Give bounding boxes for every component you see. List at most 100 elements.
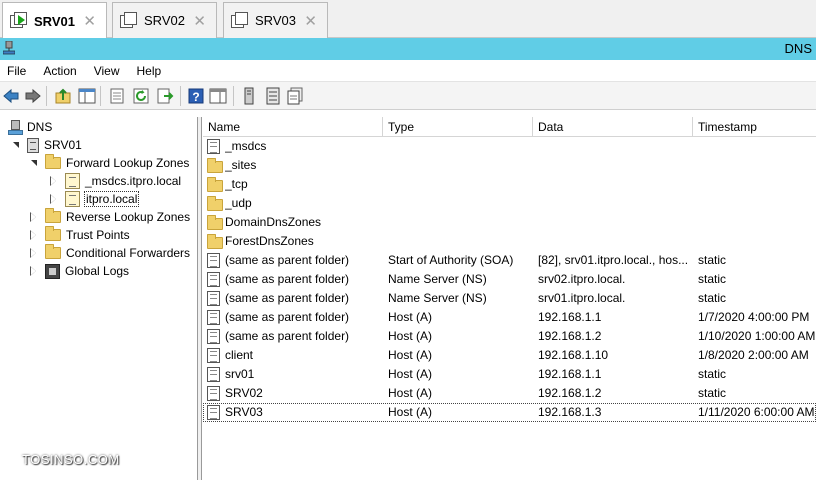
back-arrow-icon[interactable] — [2, 87, 20, 105]
table-row[interactable]: _udp — [203, 194, 816, 213]
cell-data: 192.168.1.2 — [538, 386, 602, 400]
cell-timestamp — [698, 156, 816, 175]
expand-arrow-icon[interactable] — [30, 159, 39, 168]
tree-node-conditional-forwarders[interactable]: Conditional Forwarders — [30, 244, 190, 262]
console-tree: DNS SRV01 Forward Lookup Zones _msdcs.it… — [0, 117, 198, 480]
cell-data — [538, 137, 690, 156]
expand-arrow-icon[interactable] — [12, 141, 21, 150]
tree-node-trust-points[interactable]: Trust Points — [30, 226, 130, 244]
menu-action[interactable]: Action — [43, 64, 76, 78]
table-row[interactable]: SRV02 Host (A) 192.168.1.2 static — [203, 384, 816, 403]
forward-arrow-icon[interactable] — [24, 87, 42, 105]
table-row[interactable]: (same as parent folder) Name Server (NS) s… — [203, 270, 816, 289]
export-list-icon[interactable] — [156, 87, 174, 105]
up-folder-icon[interactable] — [54, 87, 72, 105]
collapse-arrow-icon[interactable] — [30, 211, 39, 222]
collapse-arrow-icon[interactable] — [30, 265, 39, 276]
cell-name: (same as parent folder) — [225, 329, 350, 343]
tree-node-zone-itpro[interactable]: itpro.local — [50, 190, 140, 208]
collapse-arrow-icon[interactable] — [50, 193, 59, 204]
cell-timestamp — [698, 213, 816, 232]
tab-label: SRV03 — [255, 13, 296, 28]
folder-icon — [207, 158, 223, 173]
record-list-icon[interactable] — [264, 87, 282, 105]
refresh-icon[interactable] — [132, 87, 150, 105]
menu-help[interactable]: Help — [137, 64, 162, 78]
remote-desktop-icon — [10, 12, 28, 30]
menu-bar: File Action View Help — [0, 60, 816, 82]
table-row[interactable]: srv01 Host (A) 192.168.1.1 static — [203, 365, 816, 384]
cell-data: 192.168.1.1 — [538, 310, 602, 324]
column-header-name[interactable]: Name — [203, 117, 383, 137]
table-row[interactable]: (same as parent folder) Host (A) 192.168.1… — [203, 327, 816, 346]
collapse-arrow-icon[interactable] — [30, 247, 39, 258]
tab-srv03[interactable]: SRV03 ✕ — [223, 2, 328, 38]
folder-icon — [207, 215, 223, 230]
collapse-arrow-icon[interactable] — [30, 229, 39, 240]
show-action-pane-icon[interactable] — [209, 87, 227, 105]
record-icon — [207, 405, 220, 420]
cell-name: _sites — [225, 158, 257, 172]
tree-node-server[interactable]: SRV01 — [12, 136, 82, 154]
cell-data — [538, 213, 690, 232]
cell-timestamp — [698, 194, 816, 213]
cell-data — [538, 175, 690, 194]
menu-file[interactable]: File — [7, 64, 26, 78]
table-row[interactable]: _msdcs — [203, 137, 816, 156]
cell-type: Host (A) — [388, 405, 433, 419]
table-row[interactable]: _sites — [203, 156, 816, 175]
table-row[interactable]: SRV03 Host (A) 192.168.1.3 1/11/2020 6:00:0… — [203, 403, 816, 422]
record-icon — [207, 329, 220, 344]
tree-node-reverse-lookup-zones[interactable]: Reverse Lookup Zones — [30, 208, 190, 226]
tab-label: SRV01 — [34, 13, 75, 29]
tree-node-forward-lookup-zones[interactable]: Forward Lookup Zones — [30, 154, 189, 172]
server-icon — [27, 137, 39, 153]
cell-timestamp: static — [698, 367, 727, 381]
zone-icon — [65, 191, 80, 207]
window-title: DNS — [784, 41, 812, 56]
collapse-arrow-icon[interactable] — [50, 175, 59, 186]
table-row[interactable]: ForestDnsZones — [203, 232, 816, 251]
cell-type — [388, 194, 533, 213]
table-row[interactable]: client Host (A) 192.168.1.10 1/8/2020 2:00:… — [203, 346, 816, 365]
tab-srv02[interactable]: SRV02 ✕ — [112, 2, 217, 38]
table-row[interactable]: (same as parent folder) Name Server (NS) s… — [203, 289, 816, 308]
new-record-icon[interactable] — [286, 87, 304, 105]
close-icon[interactable]: ✕ — [83, 12, 96, 30]
cell-type: Host (A) — [388, 329, 433, 343]
server-icon[interactable] — [240, 87, 258, 105]
table-row[interactable]: (same as parent folder) Host (A) 192.168.1… — [203, 308, 816, 327]
properties-icon[interactable] — [108, 87, 126, 105]
column-header-type[interactable]: Type — [383, 117, 533, 137]
watermark: TOSINSO.COM — [22, 452, 120, 467]
svg-text:?: ? — [192, 90, 199, 104]
cell-data: srv01.itpro.local. — [538, 291, 626, 305]
tree-node-zone-msdcs[interactable]: _msdcs.itpro.local — [50, 172, 181, 190]
record-icon — [207, 367, 220, 382]
close-icon[interactable]: ✕ — [193, 12, 206, 30]
cell-type — [388, 232, 533, 251]
close-icon[interactable]: ✕ — [304, 12, 317, 30]
menu-view[interactable]: View — [94, 64, 120, 78]
tree-node-global-logs[interactable]: Global Logs — [30, 262, 129, 280]
tree-node-dns[interactable]: DNS — [8, 118, 52, 136]
tree-label: Conditional Forwarders — [66, 246, 191, 260]
pane-splitter[interactable] — [198, 117, 202, 480]
cell-timestamp: static — [698, 386, 727, 400]
show-hide-tree-icon[interactable] — [78, 87, 96, 105]
table-row[interactable]: _tcp — [203, 175, 816, 194]
column-header-timestamp[interactable]: Timestamp — [693, 117, 816, 137]
cell-name: SRV02 — [225, 386, 263, 400]
cell-data: [82], srv01.itpro.local., hos... — [538, 253, 689, 267]
toolbar: ? — [0, 82, 816, 110]
cell-name: (same as parent folder) — [225, 253, 350, 267]
table-row[interactable]: DomainDnsZones — [203, 213, 816, 232]
cell-name: _tcp — [225, 177, 248, 191]
cell-data: 192.168.1.2 — [538, 329, 602, 343]
column-header-data[interactable]: Data — [533, 117, 693, 137]
table-row[interactable]: (same as parent folder) Start of Authorit… — [203, 251, 816, 270]
tab-srv01[interactable]: SRV01 ✕ — [2, 2, 107, 39]
help-icon[interactable]: ? — [187, 87, 205, 105]
cell-type — [388, 213, 533, 232]
record-icon — [207, 272, 220, 287]
